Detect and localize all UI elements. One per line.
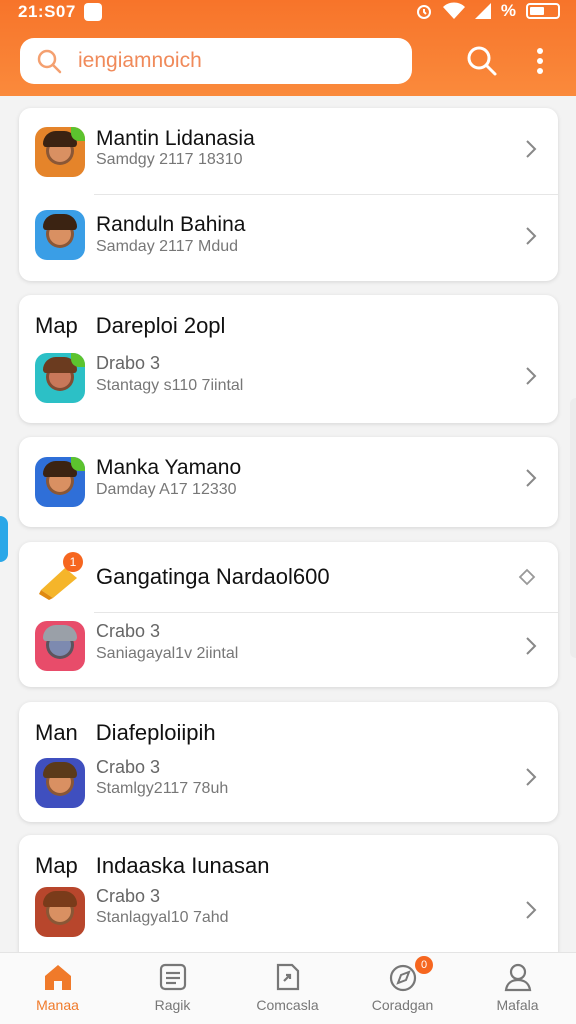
item-title: Crabo 3 [96, 886, 161, 906]
nav-profile[interactable]: Mafala [460, 953, 575, 1024]
edge-scroll-handle[interactable] [0, 516, 8, 562]
section-title-main: Dareploi 2opl [95, 313, 226, 338]
card-1: Mantin Lidanasia Samdgy 2117 18310 Randu… [19, 108, 558, 281]
header-search-icon[interactable] [466, 45, 498, 77]
status-time: 21:S07 [18, 2, 76, 21]
hero-avatar-icon [35, 621, 85, 671]
card-2: Map Dareploi 2opl Drabo 3 Stantagy s110 7… [19, 295, 558, 423]
search-bar[interactable] [20, 38, 412, 84]
app-header: 21:S07 % [0, 0, 576, 96]
list-item[interactable]: Manka Yamano Damday A17 12330 [19, 437, 558, 527]
header-badge: 1 [63, 552, 83, 572]
card-6: Map Indaaska Iunasan Crabo 3 Stanlagyal10… [19, 835, 558, 965]
item-subtitle: Damday A17 12330 [96, 481, 237, 498]
chevron-right-icon [526, 469, 537, 487]
item-title: Crabo 3 [96, 621, 161, 641]
item-subtitle: Stanlagyal10 7ahd [96, 909, 229, 926]
chevron-right-icon [526, 367, 537, 385]
nav-label: Ragik [154, 997, 191, 1013]
item-subtitle: Stamlgy2117 78uh [96, 780, 229, 797]
list-item[interactable]: Crabo 3 Stamlgy2117 78uh [19, 750, 558, 822]
search-icon [37, 49, 62, 74]
alarm-icon [416, 5, 431, 19]
circle-option-icon[interactable] [518, 568, 536, 586]
nav-label: Mafala [496, 997, 539, 1013]
item-title: Randuln Bahina [96, 213, 246, 236]
nav-compass[interactable]: 0 Coradgan [345, 953, 460, 1024]
profile-icon [504, 963, 532, 992]
section-title-main: Indaaska Iunasan [95, 853, 270, 878]
item-subtitle: Samday 2117 Mdud [96, 238, 239, 255]
nav-home[interactable]: Manaa [0, 953, 115, 1024]
bottom-nav: Manaa Ragik Comcasla 0 Coradgan Mafala [0, 952, 576, 1024]
nav-label: Manaa [36, 997, 79, 1013]
item-title: Crabo 3 [96, 757, 161, 777]
more-options-icon[interactable] [528, 45, 552, 77]
item-title: Manka Yamano [96, 456, 242, 479]
status-bar: 21:S07 % [0, 0, 576, 24]
item-subtitle: Stantagy s110 7iintal [96, 377, 244, 394]
nav-label: Coradgan [371, 997, 434, 1013]
hero-avatar-icon [35, 457, 85, 507]
list-item[interactable]: Mantin Lidanasia Samdgy 2117 18310 [19, 108, 558, 194]
wifi-icon [442, 2, 465, 19]
chevron-right-icon [526, 140, 537, 158]
section-title: Man Diafeploiipih [35, 720, 216, 746]
hero-avatar-icon [35, 210, 85, 260]
list-item[interactable]: Crabo 3 Stanlagyal10 7ahd [19, 883, 558, 963]
item-title: Mantin Lidanasia [96, 127, 255, 150]
section-title-main: Diafeploiipih [95, 720, 216, 745]
nav-list[interactable]: Ragik [115, 953, 230, 1024]
item-subtitle: Samdgy 2117 18310 [96, 151, 243, 168]
list-item[interactable]: Drabo 3 Stantagy s110 7iintal [19, 347, 558, 423]
home-icon [45, 965, 71, 990]
share-icon [276, 963, 300, 991]
card-header-title: Gangatinga Nardaol600 [96, 564, 330, 589]
battery-icon [526, 3, 560, 19]
signal-icon [474, 3, 491, 19]
chevron-right-icon [526, 637, 537, 655]
chevron-right-icon [526, 768, 537, 786]
list-icon [159, 963, 187, 991]
card-header[interactable]: 1 Gangatinga Nardaol600 [19, 542, 558, 612]
battery-percent: % [500, 1, 516, 20]
nav-label: Comcasla [256, 997, 319, 1013]
notification-icon [84, 3, 102, 21]
hero-avatar-icon [35, 887, 85, 937]
status-right: % [415, 1, 560, 21]
section-title-prefix: Man [35, 720, 78, 745]
hero-avatar-icon [35, 353, 85, 403]
section-title-prefix: Map [35, 853, 78, 878]
section-title: Map Dareploi 2opl [35, 313, 225, 339]
item-title: Drabo 3 [96, 353, 161, 373]
section-title-prefix: Map [35, 313, 78, 338]
item-subtitle: Saniagayal1v 2iintal [96, 645, 239, 662]
scrollbar[interactable] [570, 398, 576, 658]
chevron-right-icon [526, 901, 537, 919]
card-3: Manka Yamano Damday A17 12330 [19, 437, 558, 527]
list-item[interactable]: Randuln Bahina Samday 2117 Mdud [19, 195, 558, 281]
nav-share[interactable]: Comcasla [230, 953, 345, 1024]
chevron-right-icon [526, 227, 537, 245]
card-4: 1 Gangatinga Nardaol600 Crabo 3 Saniagay… [19, 542, 558, 687]
hero-avatar-icon [35, 758, 85, 808]
section-title: Map Indaaska Iunasan [35, 853, 270, 879]
list-item[interactable]: Crabo 3 Saniagayal1v 2iintal [19, 613, 558, 687]
search-input[interactable] [78, 49, 378, 73]
card-5: Man Diafeploiipih Crabo 3 Stamlgy2117 78u… [19, 702, 558, 822]
hero-avatar-icon [35, 127, 85, 177]
nav-badge: 0 [415, 956, 433, 974]
